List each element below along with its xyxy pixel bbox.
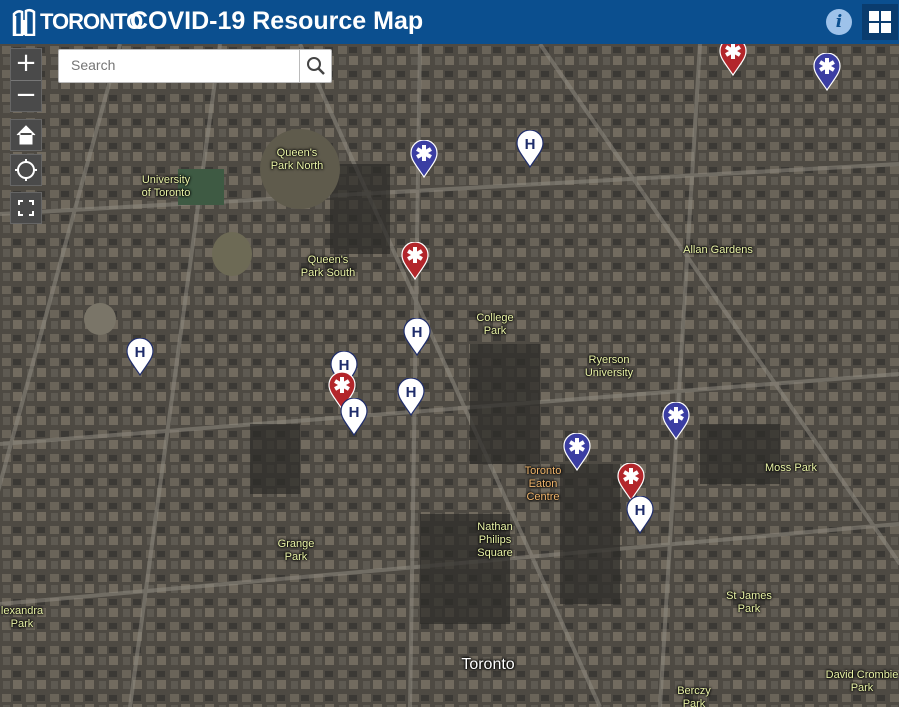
place-label: Grange Park [277, 538, 315, 563]
place-label: Berczy Park [677, 685, 711, 707]
place-label: College Park [476, 312, 514, 337]
place-label: Queen's Park South [300, 254, 356, 279]
star-of-life-icon [401, 241, 429, 281]
hospital-marker[interactable]: H [126, 337, 154, 377]
star-of-life-icon [563, 432, 591, 472]
app-grid-button[interactable] [862, 4, 898, 40]
locate-button[interactable] [10, 154, 42, 186]
hospital-marker[interactable]: H [403, 317, 431, 357]
hospital-glyph: H [405, 384, 417, 401]
star-of-life-icon [410, 139, 438, 179]
assessment-centre-marker[interactable] [813, 52, 841, 92]
search-icon [307, 57, 325, 75]
hospital-marker[interactable]: H [397, 377, 425, 417]
hospital-glyph: H [411, 324, 423, 341]
home-button[interactable] [10, 119, 42, 151]
place-label: Toronto [461, 656, 515, 673]
app-title: COVID-19 Resource Map [130, 7, 424, 35]
place-label: Allan Gardens [683, 244, 753, 256]
place-label: Nathan Philips Square [477, 521, 513, 559]
testing-site-marker[interactable] [401, 241, 429, 281]
locate-icon [15, 159, 37, 181]
assessment-centre-marker[interactable] [662, 401, 690, 441]
place-label: Moss Park [765, 462, 817, 474]
info-icon: i [835, 12, 843, 32]
place-label: University of Toronto [141, 174, 191, 199]
star-of-life-icon [719, 44, 747, 77]
app-grid-icon [869, 11, 891, 33]
place-label: Queen's Park North [270, 147, 324, 172]
header-bar: TORONTO COVID-19 Resource Map i [0, 0, 899, 44]
hospital-glyph: H [634, 502, 646, 519]
place-label: David Crombie Park [825, 669, 899, 694]
hospital-glyph: H [348, 404, 360, 421]
fullscreen-button[interactable] [10, 192, 42, 224]
zoom-in-button[interactable]: + [11, 49, 41, 81]
fullscreen-icon [18, 200, 34, 216]
info-button[interactable]: i [826, 9, 852, 35]
assessment-centre-marker[interactable] [563, 432, 591, 472]
star-of-life-icon [662, 401, 690, 441]
toronto-logo[interactable]: TORONTO [12, 7, 143, 37]
place-label: Toronto Eaton Centre [524, 465, 562, 503]
search-input[interactable] [59, 50, 299, 80]
place-label: lexandra Park [0, 605, 44, 630]
map-view[interactable]: + − Queen's Park North University of Tor… [0, 44, 899, 707]
hospital-glyph: H [134, 344, 146, 361]
logo-text: TORONTO [40, 9, 143, 34]
hospital-glyph: H [524, 136, 536, 153]
zoom-controls: + − [10, 48, 42, 112]
city-hall-icon [12, 8, 36, 36]
hospital-marker[interactable]: H [516, 129, 544, 169]
zoom-out-button[interactable]: − [11, 81, 41, 112]
star-of-life-icon [813, 52, 841, 92]
hospital-marker[interactable]: H [340, 397, 368, 437]
place-label: Ryerson University [584, 354, 634, 379]
search-button[interactable] [299, 50, 332, 82]
home-icon [16, 125, 36, 145]
hospital-marker[interactable]: H [626, 495, 654, 535]
assessment-centre-marker[interactable] [410, 139, 438, 179]
place-label: St James Park [726, 590, 772, 615]
search-box [58, 49, 332, 83]
testing-site-marker[interactable] [719, 44, 747, 77]
